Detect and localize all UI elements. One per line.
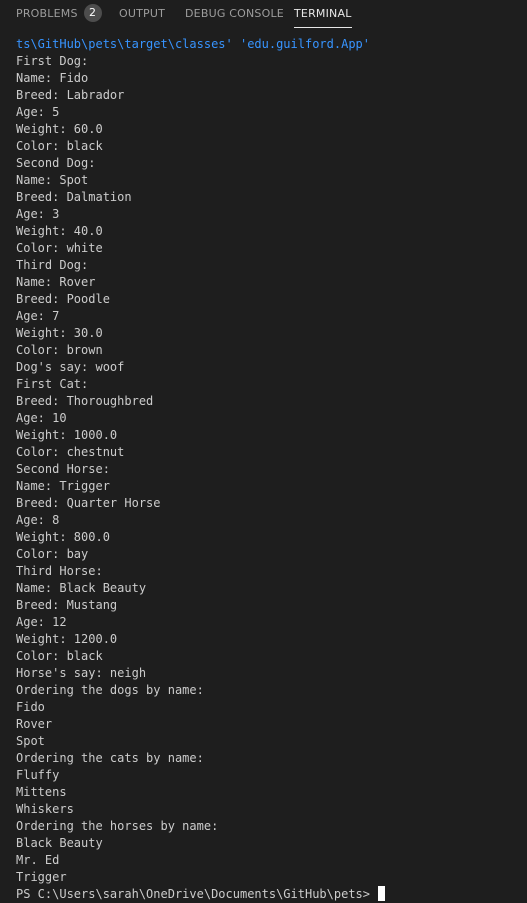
terminal-line: Ordering the cats by name: (16, 751, 204, 765)
terminal-line: Second Horse: (16, 462, 110, 476)
terminal-line: First Cat: (16, 377, 89, 391)
terminal-line: Age: 10 (16, 411, 67, 425)
terminal-command-line: ts\GitHub\pets\target\classes' 'edu.guil… (16, 37, 371, 51)
terminal-line: Age: 8 (16, 513, 60, 527)
terminal-line: First Dog: (16, 54, 89, 68)
problems-count-badge: 2 (83, 4, 102, 22)
terminal-line: Breed: Thoroughbred (16, 394, 154, 408)
terminal-line: Weight: 1000.0 (16, 428, 118, 442)
terminal-line: Trigger (16, 870, 67, 884)
terminal-line: Rover (16, 717, 53, 731)
terminal-line: Third Horse: (16, 564, 103, 578)
terminal-line: Black Beauty (16, 836, 103, 850)
terminal-line: Name: Black Beauty (16, 581, 147, 595)
terminal-line: Breed: Poodle (16, 292, 110, 306)
terminal-line: Name: Fido (16, 71, 89, 85)
tab-debug-console-label: DEBUG CONSOLE (185, 7, 284, 20)
terminal-line: Color: white (16, 241, 103, 255)
terminal-prompt: PS C:\Users\sarah\OneDrive\Documents\Git… (16, 887, 378, 901)
terminal-line: Name: Rover (16, 275, 96, 289)
terminal-line: Color: brown (16, 343, 103, 357)
terminal-line: Ordering the dogs by name: (16, 683, 204, 697)
terminal-line: Age: 12 (16, 615, 67, 629)
tab-problems-label: PROBLEMS (16, 7, 78, 20)
terminal-line: Name: Spot (16, 173, 89, 187)
terminal-line: Breed: Dalmation (16, 190, 132, 204)
tab-output-label: OUTPUT (119, 7, 166, 20)
terminal-line: Weight: 30.0 (16, 326, 103, 340)
tab-debug-console[interactable]: DEBUG CONSOLE (185, 0, 284, 30)
terminal-line: Color: chestnut (16, 445, 125, 459)
terminal-line: Breed: Labrador (16, 88, 125, 102)
terminal-line: Mittens (16, 785, 67, 799)
terminal-line: Mr. Ed (16, 853, 60, 867)
tab-problems[interactable]: PROBLEMS 2 (16, 0, 102, 30)
terminal-line: Spot (16, 734, 45, 748)
terminal-line: Color: black (16, 139, 103, 153)
terminal-line: Ordering the horses by name: (16, 819, 219, 833)
terminal-line: Third Dog: (16, 258, 89, 272)
terminal-line: Weight: 40.0 (16, 224, 103, 238)
tab-terminal[interactable]: TERMINAL (294, 0, 352, 30)
tab-output[interactable]: OUTPUT (119, 0, 165, 30)
terminal-line: Color: black (16, 649, 103, 663)
terminal-output-lines: First Dog: Name: Fido Breed: Labrador Ag… (16, 53, 521, 886)
terminal-line: Breed: Mustang (16, 598, 118, 612)
terminal-line: Dog's say: woof (16, 360, 125, 374)
terminal-line: Weight: 60.0 (16, 122, 103, 136)
terminal-line: Weight: 1200.0 (16, 632, 118, 646)
terminal-line: Color: bay (16, 547, 89, 561)
terminal-cursor (378, 886, 386, 901)
terminal-prompt-line[interactable]: PS C:\Users\sarah\OneDrive\Documents\Git… (16, 886, 521, 903)
terminal-line: Breed: Quarter Horse (16, 496, 161, 510)
terminal-output[interactable]: ts\GitHub\pets\target\classes' 'edu.guil… (16, 36, 521, 903)
terminal-line: Second Dog: (16, 156, 96, 170)
terminal-line: Age: 3 (16, 207, 60, 221)
tab-terminal-label: TERMINAL (294, 7, 352, 20)
panel-tab-bar: PROBLEMS 2 OUTPUT DEBUG CONSOLE TERMINAL (0, 0, 527, 30)
terminal-line: Age: 7 (16, 309, 60, 323)
terminal-line: Horse's say: neigh (16, 666, 147, 680)
terminal-line: Age: 5 (16, 105, 60, 119)
terminal-line: Fido (16, 700, 45, 714)
terminal-line: Weight: 800.0 (16, 530, 110, 544)
terminal-line: Name: Trigger (16, 479, 110, 493)
terminal-line: Whiskers (16, 802, 74, 816)
terminal-line: Fluffy (16, 768, 60, 782)
